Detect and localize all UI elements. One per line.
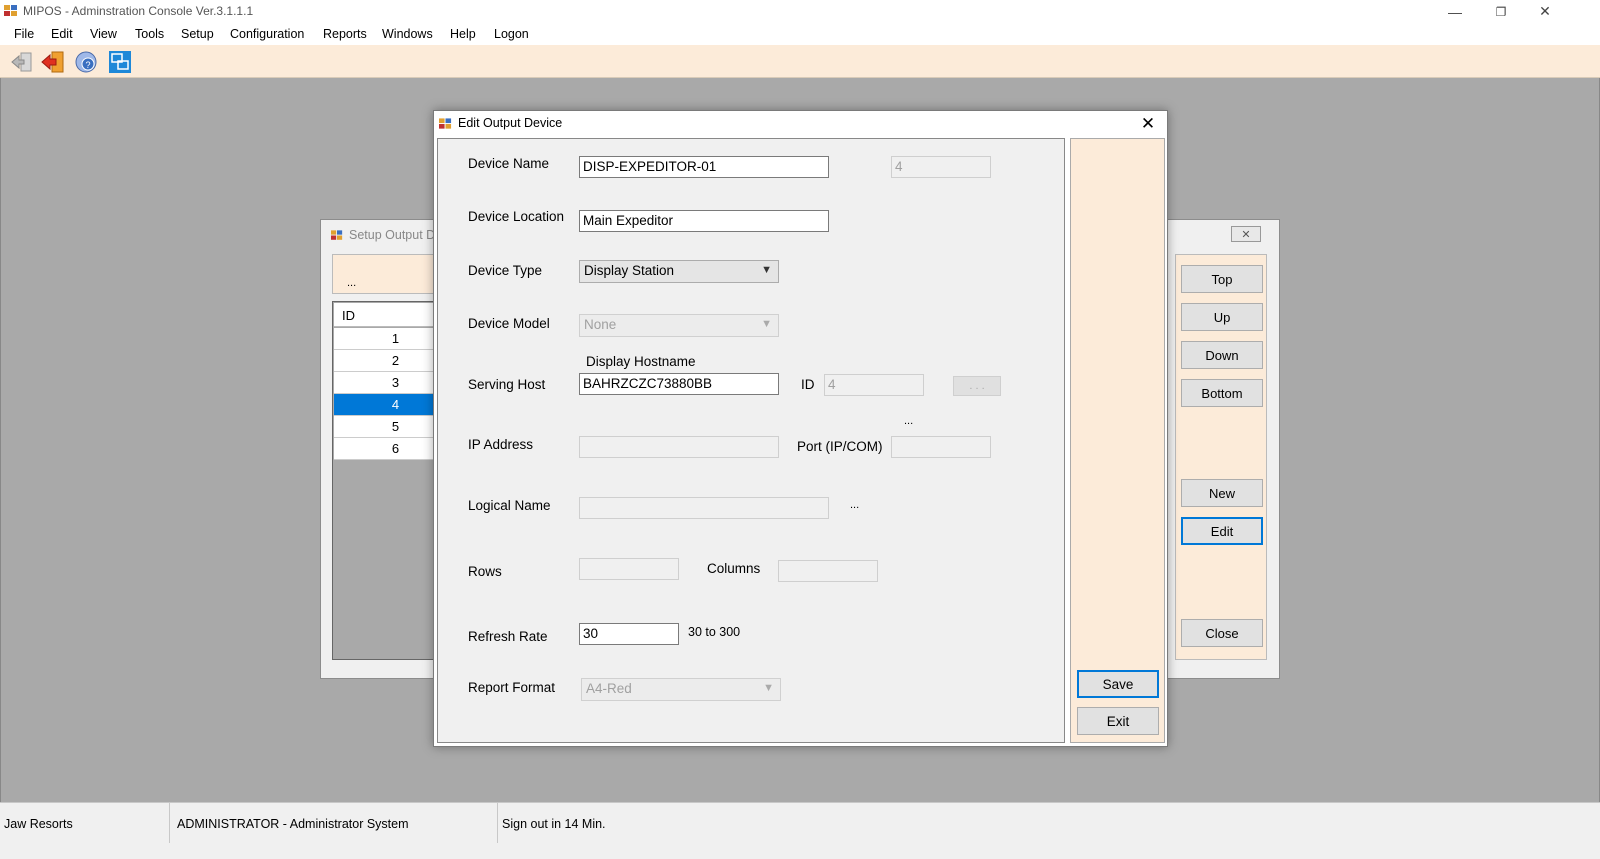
grid-header: ID: [334, 303, 437, 327]
save-button[interactable]: Save: [1077, 670, 1159, 698]
table-row[interactable]: 2: [334, 350, 437, 372]
serving-host-label: Serving Host: [468, 377, 546, 392]
rows-label: Rows: [468, 564, 502, 579]
menu-setup[interactable]: Setup: [181, 27, 214, 41]
table-row[interactable]: 5: [334, 416, 437, 438]
new-button[interactable]: New: [1181, 479, 1263, 507]
port-label: Port (IP/COM): [797, 439, 883, 454]
dialog-title: Edit Output Device: [458, 116, 563, 130]
close-button[interactable]: Close: [1181, 619, 1263, 647]
menu-view[interactable]: View: [90, 27, 117, 41]
ip-address-input: [579, 436, 779, 458]
logout-icon[interactable]: [10, 50, 34, 74]
table-row[interactable]: 6: [334, 438, 437, 460]
dialog-action-panel: Save Exit: [1070, 138, 1165, 743]
svg-text:?: ?: [85, 60, 90, 70]
chevron-down-icon: ▼: [761, 264, 772, 276]
chevron-down-icon: ▼: [763, 682, 774, 694]
status-user: ADMINISTRATOR - Administrator System: [177, 817, 409, 831]
bottom-button[interactable]: Bottom: [1181, 379, 1263, 407]
dialog-icon: [439, 118, 452, 129]
device-model-label: Device Model: [468, 316, 550, 331]
status-company: Jaw Resorts: [4, 817, 73, 831]
exit-button[interactable]: Exit: [1077, 707, 1159, 735]
refresh-rate-hint: 30 to 300: [688, 625, 741, 639]
device-location-label: Device Location: [468, 209, 565, 224]
status-company-cell: Jaw Resorts: [0, 803, 170, 843]
help-globe-icon[interactable]: ?: [74, 50, 98, 74]
refresh-rate-label: Refresh Rate: [468, 629, 548, 644]
host-id-field: 4: [824, 374, 924, 396]
dialog-close-icon[interactable]: ✕: [1135, 113, 1161, 135]
logical-name-input: [579, 497, 829, 519]
table-row[interactable]: 3: [334, 372, 437, 394]
top-button[interactable]: Top: [1181, 265, 1263, 293]
minimize-button[interactable]: —: [1432, 0, 1478, 23]
restore-button[interactable]: ❐: [1478, 0, 1524, 23]
display-hostname-label: Display Hostname: [586, 354, 696, 369]
app-title: MIPOS - Adminstration Console Ver.3.1.1.…: [23, 4, 254, 18]
app-icon: [4, 5, 17, 16]
ip-address-label: IP Address: [468, 437, 534, 452]
logical-name-ellipsis[interactable]: ...: [850, 499, 859, 511]
close-app-button[interactable]: ✕: [1522, 0, 1568, 23]
device-model-select: None ▼: [579, 314, 779, 337]
table-row-selected[interactable]: 4: [334, 394, 437, 416]
up-button[interactable]: Up: [1181, 303, 1263, 331]
device-grid: ID 1 2 3 4 5 6: [332, 301, 437, 660]
logical-name-label: Logical Name: [468, 498, 551, 513]
menu-file[interactable]: File: [14, 27, 34, 41]
columns-input: [778, 560, 878, 582]
device-type-label: Device Type: [468, 263, 543, 278]
device-name-label: Device Name: [468, 156, 550, 171]
filter-header: ...: [332, 254, 437, 294]
setup-output-close-icon[interactable]: ✕: [1231, 226, 1261, 242]
device-type-value: Display Station: [584, 263, 675, 278]
report-format-label: Report Format: [468, 680, 556, 695]
menu-reports[interactable]: Reports: [323, 27, 367, 41]
chevron-down-icon: ▼: [761, 318, 772, 330]
edit-button[interactable]: Edit: [1181, 517, 1263, 545]
device-model-value: None: [584, 317, 617, 332]
action-panel: Top Up Down Bottom New Edit Close: [1175, 254, 1267, 660]
host-id-label: ID: [801, 377, 815, 392]
status-signout: Sign out in 14 Min.: [502, 817, 606, 831]
menu-configuration[interactable]: Configuration: [230, 27, 304, 41]
menubar: File Edit View Tools Setup Configuration…: [0, 23, 1600, 45]
status-signout-cell: Sign out in 14 Min.: [498, 803, 798, 843]
setup-output-title: Setup Output D: [349, 228, 436, 242]
host-browse-button: . . .: [953, 376, 1001, 396]
device-name-input[interactable]: DISP-EXPEDITOR-01: [579, 156, 829, 178]
statusbar: Jaw Resorts ADMINISTRATOR - Administrato…: [0, 802, 1600, 859]
device-type-select[interactable]: Display Station ▼: [579, 260, 779, 283]
status-user-cell: ADMINISTRATOR - Administrator System: [170, 803, 498, 843]
menu-logon[interactable]: Logon: [494, 27, 529, 41]
down-button[interactable]: Down: [1181, 341, 1263, 369]
device-location-input[interactable]: Main Expeditor: [579, 210, 829, 232]
exit-icon[interactable]: [41, 50, 65, 74]
window-icon: [331, 230, 343, 240]
port-input: [891, 436, 991, 458]
device-form: Device Name DISP-EXPEDITOR-01 4 Device L…: [437, 138, 1065, 743]
port-ellipsis: ...: [904, 415, 914, 427]
report-format-value: A4-Red: [586, 681, 632, 696]
refresh-rate-input[interactable]: 30: [579, 623, 679, 645]
menu-tools[interactable]: Tools: [135, 27, 164, 41]
grid-column-id[interactable]: ID: [342, 308, 355, 323]
table-row[interactable]: 1: [334, 328, 437, 350]
report-format-select: A4-Red ▼: [581, 678, 781, 701]
window-switch-icon[interactable]: [108, 50, 132, 74]
edit-output-device-dialog: Edit Output Device ✕ Device Name DISP-EX…: [433, 110, 1168, 747]
device-id-field: 4: [891, 156, 991, 178]
app-titlebar: MIPOS - Adminstration Console Ver.3.1.1.…: [0, 0, 1600, 23]
columns-label: Columns: [707, 561, 761, 576]
menu-windows[interactable]: Windows: [382, 27, 433, 41]
rows-input: [579, 558, 679, 580]
header-ellipsis[interactable]: ...: [347, 277, 356, 289]
menu-edit[interactable]: Edit: [51, 27, 73, 41]
toolbar: ?: [0, 45, 1600, 78]
menu-help[interactable]: Help: [450, 27, 476, 41]
serving-host-input[interactable]: BAHRZCZC73880BB: [579, 373, 779, 395]
